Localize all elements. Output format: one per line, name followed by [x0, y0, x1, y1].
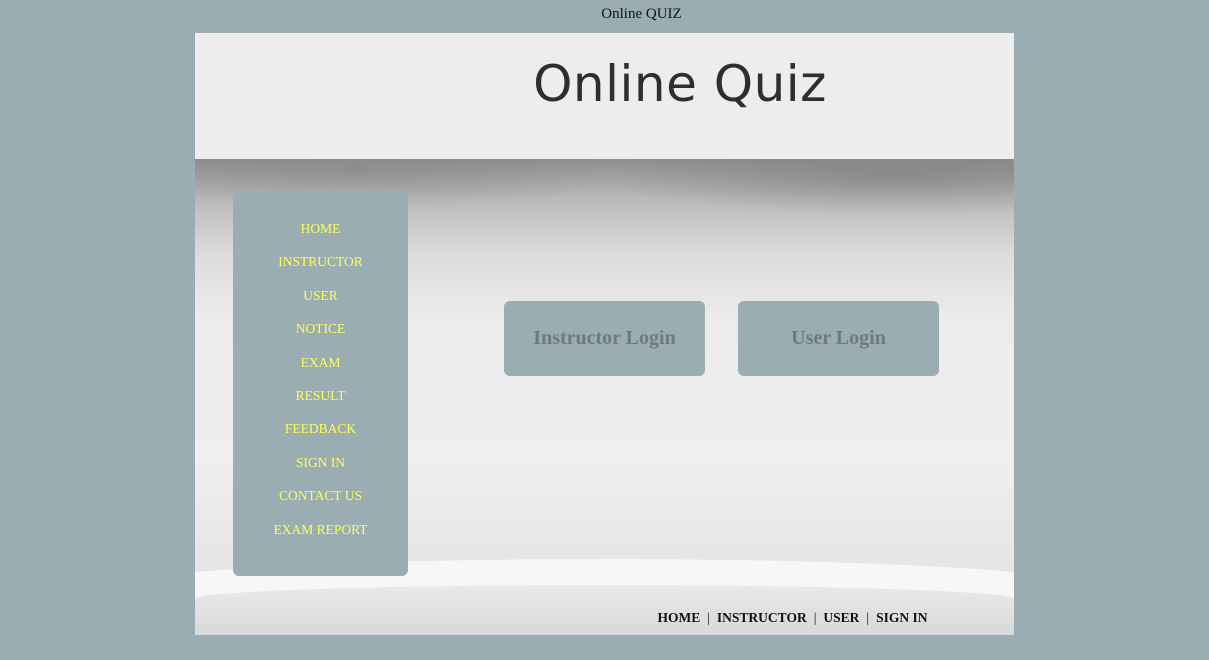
sidebar-item-notice[interactable]: NOTICE [233, 318, 408, 351]
user-login-button[interactable]: User Login [738, 301, 939, 376]
site-title: Online Quiz [533, 55, 827, 113]
sidebar-item-result[interactable]: RESULT [233, 385, 408, 418]
footer-separator: | [707, 610, 710, 625]
page-title: Online QUIZ [601, 6, 682, 22]
footer-separator: | [813, 610, 817, 625]
sidebar-item-exam-report[interactable]: EXAM REPORT [233, 519, 408, 552]
footer-link-instructor[interactable]: INSTRUCTOR [717, 610, 807, 625]
sidebar-item-feedback[interactable]: FEEDBACK [233, 418, 408, 451]
footer-link-home[interactable]: HOME [657, 610, 700, 625]
main-container: Online Quiz HOME INSTRUCTOR USER NOTICE … [195, 33, 1014, 635]
sidebar-item-user[interactable]: USER [233, 285, 408, 318]
footer-link-user[interactable]: USER [823, 610, 859, 625]
header: Online Quiz [195, 33, 1014, 159]
footer-separator: | [866, 610, 870, 625]
sidebar-item-sign-in[interactable]: SIGN IN [233, 452, 408, 485]
instructor-login-button[interactable]: Instructor Login [504, 301, 705, 376]
sidebar-item-exam[interactable]: EXAM [233, 352, 408, 385]
footer-link-sign-in[interactable]: SIGN IN [876, 610, 927, 625]
sidebar-item-contact-us[interactable]: CONTACT US [233, 485, 408, 518]
sidebar-menu: HOME INSTRUCTOR USER NOTICE EXAM RESULT … [233, 192, 408, 576]
sidebar-item-home[interactable]: HOME [233, 218, 408, 251]
footer-nav: HOME | INSTRUCTOR | USER | SIGN IN [195, 610, 1014, 626]
sidebar-item-instructor[interactable]: INSTRUCTOR [233, 251, 408, 284]
